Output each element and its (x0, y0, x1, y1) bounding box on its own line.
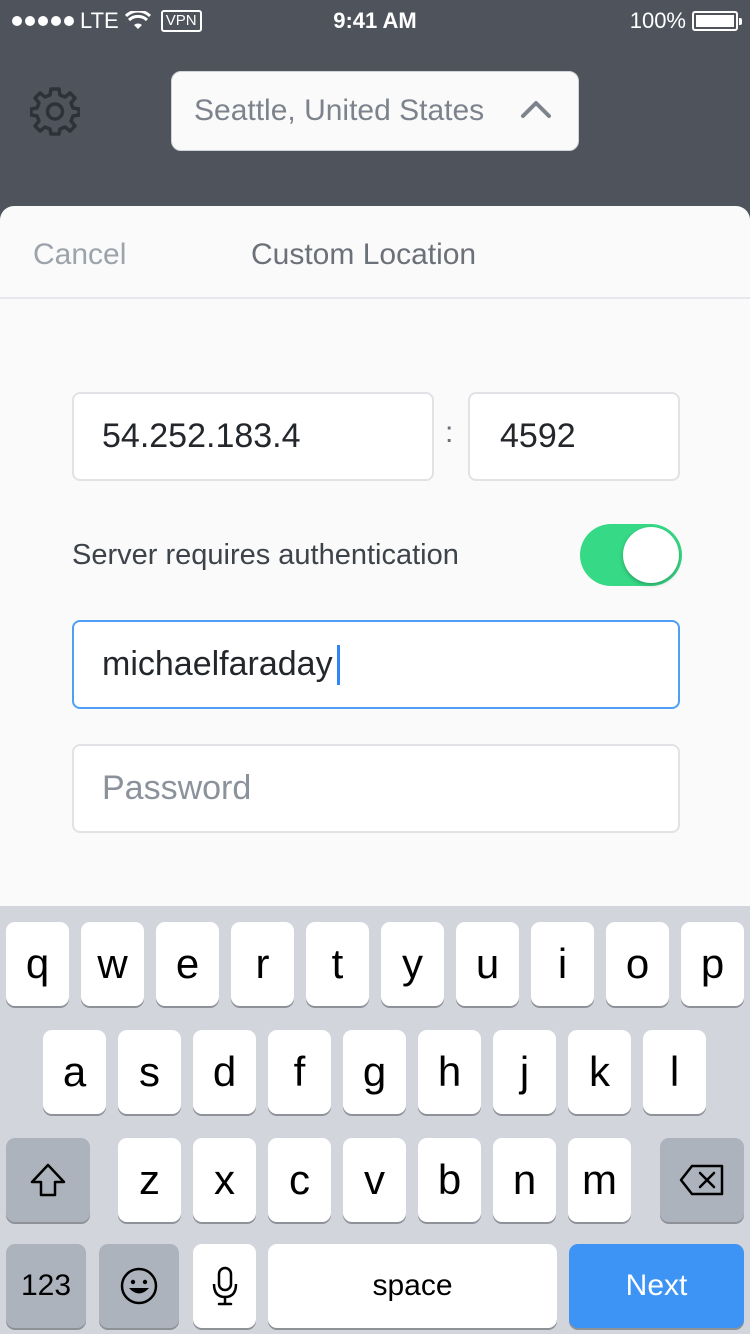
auth-toggle[interactable] (580, 524, 682, 586)
gear-icon[interactable] (30, 86, 80, 136)
key-u[interactable]: u (456, 922, 519, 1006)
space-key[interactable]: space (268, 1244, 557, 1328)
key-s[interactable]: s (118, 1030, 181, 1114)
key-j[interactable]: j (493, 1030, 556, 1114)
shift-icon (30, 1163, 66, 1197)
key-k[interactable]: k (568, 1030, 631, 1114)
key-h[interactable]: h (418, 1030, 481, 1114)
key-m[interactable]: m (568, 1138, 631, 1222)
key-t[interactable]: t (306, 922, 369, 1006)
key-g[interactable]: g (343, 1030, 406, 1114)
mic-key[interactable] (193, 1244, 256, 1328)
custom-location-sheet: Cancel Custom Location 54.252.183.4 : 45… (0, 206, 750, 906)
key-q[interactable]: q (6, 922, 69, 1006)
key-f[interactable]: f (268, 1030, 331, 1114)
location-selector[interactable]: Seattle, United States (171, 71, 579, 151)
host-value: 54.252.183.4 (102, 417, 301, 455)
chevron-up-icon (521, 101, 551, 118)
numbers-key[interactable]: 123 (6, 1244, 86, 1328)
key-b[interactable]: b (418, 1138, 481, 1222)
battery-icon (692, 11, 742, 31)
key-w[interactable]: w (81, 922, 144, 1006)
toggle-knob (623, 527, 679, 583)
key-p[interactable]: p (681, 922, 744, 1006)
emoji-icon (120, 1267, 158, 1305)
password-placeholder: Password (102, 769, 252, 807)
keyboard: q w e r t y u i o p a s d f g h j k l z … (0, 906, 750, 1334)
text-cursor (336, 644, 340, 685)
key-i[interactable]: i (531, 922, 594, 1006)
username-field[interactable]: michaelfaraday (72, 620, 680, 709)
key-e[interactable]: e (156, 922, 219, 1006)
key-z[interactable]: z (118, 1138, 181, 1222)
auth-label: Server requires authentication (72, 539, 459, 571)
key-a[interactable]: a (43, 1030, 106, 1114)
status-bar: LTE VPN 9:41 AM 100% (0, 0, 750, 40)
emoji-key[interactable] (99, 1244, 179, 1328)
key-y[interactable]: y (381, 922, 444, 1006)
cancel-button[interactable]: Cancel (33, 238, 126, 272)
delete-key[interactable] (660, 1138, 744, 1222)
next-key[interactable]: Next (569, 1244, 744, 1328)
host-port-separator: : (445, 416, 454, 449)
location-label: Seattle, United States (194, 94, 485, 127)
backspace-icon (679, 1164, 724, 1196)
username-value: michaelfaraday (102, 645, 333, 683)
key-r[interactable]: r (231, 922, 294, 1006)
sheet-header: Cancel Custom Location (0, 206, 750, 299)
key-v[interactable]: v (343, 1138, 406, 1222)
key-x[interactable]: x (193, 1138, 256, 1222)
sheet-title: Custom Location (251, 238, 477, 271)
microphone-icon (212, 1266, 237, 1306)
battery-percent: 100% (629, 8, 686, 33)
key-c[interactable]: c (268, 1138, 331, 1222)
key-o[interactable]: o (606, 922, 669, 1006)
key-n[interactable]: n (493, 1138, 556, 1222)
key-d[interactable]: d (193, 1030, 256, 1114)
host-field[interactable]: 54.252.183.4 (72, 392, 434, 481)
key-l[interactable]: l (643, 1030, 706, 1114)
shift-key[interactable] (6, 1138, 90, 1222)
port-value: 4592 (500, 417, 576, 455)
password-field[interactable]: Password (72, 744, 680, 833)
port-field[interactable]: 4592 (468, 392, 680, 481)
status-right: 100% (629, 8, 742, 34)
